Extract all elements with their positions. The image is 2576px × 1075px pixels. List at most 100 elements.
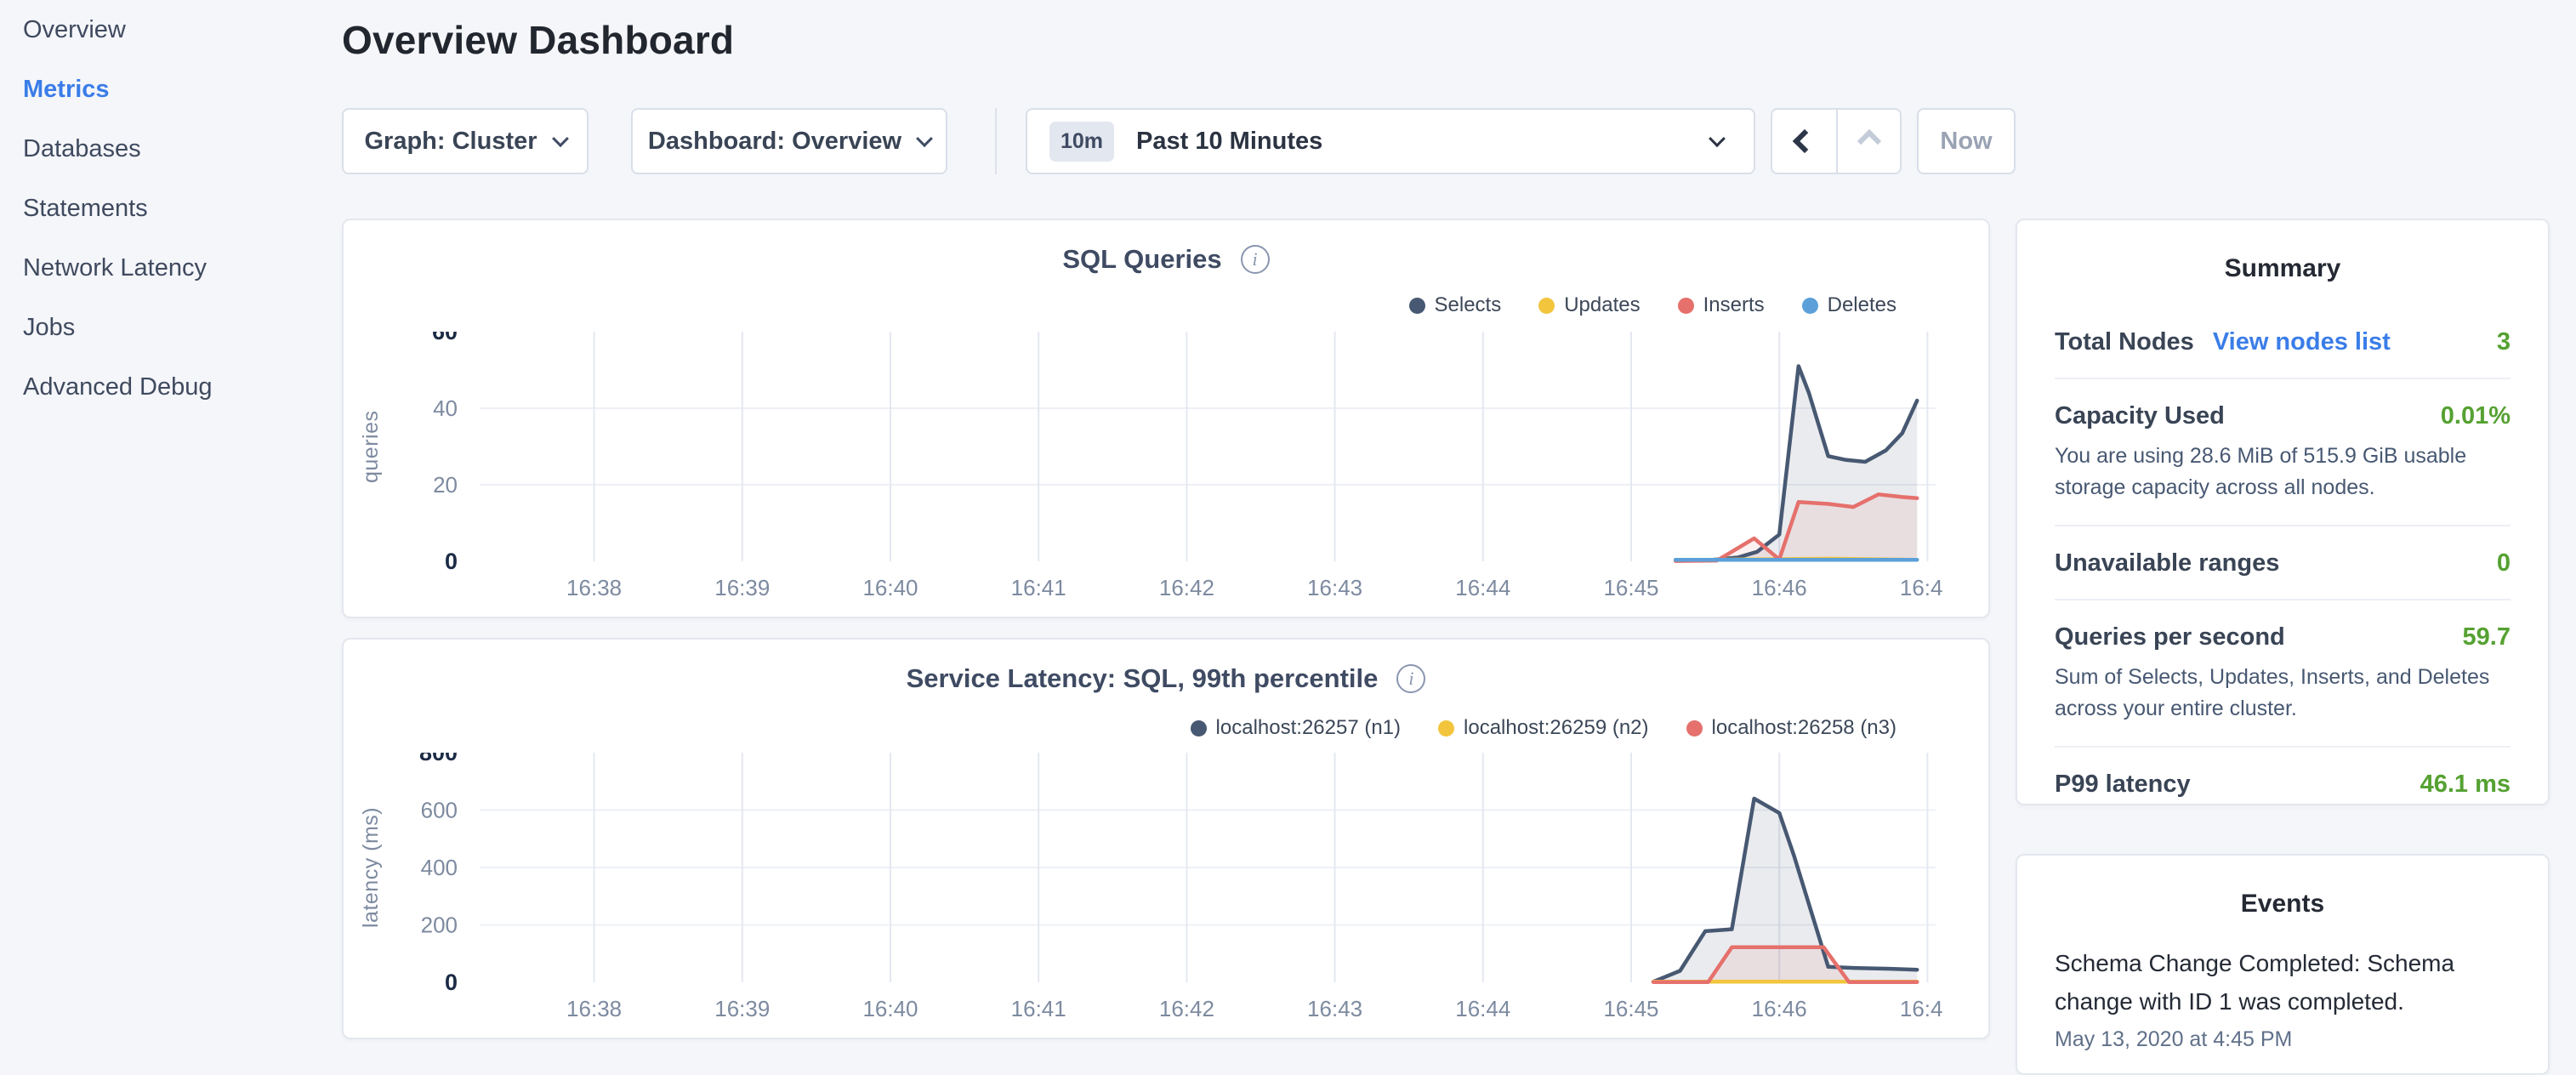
chevron-down-icon xyxy=(1709,130,1726,147)
legend-dot-icon xyxy=(1438,720,1454,737)
now-button[interactable]: Now xyxy=(1917,108,2016,174)
page-title: Overview Dashboard xyxy=(342,17,734,63)
service-latency-chart-card: Service Latency: SQL, 99th percentile i … xyxy=(342,638,1990,1039)
sidebar-item-metrics[interactable]: Metrics xyxy=(0,60,342,119)
summary-row-queries-per-second: Queries per second 59.7 Sum of Selects, … xyxy=(2055,600,2511,748)
sql-queries-chart-card: SQL Queries i Selects Updates Inserts Delet… xyxy=(342,219,1990,618)
svg-text:40: 40 xyxy=(433,395,458,421)
legend-dot-icon xyxy=(1802,298,1818,314)
legend-dot-icon xyxy=(1678,298,1694,314)
summary-value: 46.1 ms xyxy=(2420,771,2511,799)
sidebar-item-network-latency[interactable]: Network Latency xyxy=(0,238,342,298)
sidebar-item-statements[interactable]: Statements xyxy=(0,179,342,238)
summary-label: Capacity Used xyxy=(2055,402,2225,430)
svg-text:16:43: 16:43 xyxy=(1307,996,1362,1018)
summary-label: Queries per second xyxy=(2055,623,2285,651)
sidebar-item-advanced-debug[interactable]: Advanced Debug xyxy=(0,357,342,417)
summary-label: Unavailable ranges xyxy=(2055,549,2279,577)
svg-text:16:44: 16:44 xyxy=(1455,575,1510,597)
event-message[interactable]: Schema Change Completed: Schema change w… xyxy=(2055,944,2511,1021)
chart-title: Service Latency: SQL, 99th percentile xyxy=(907,663,1379,694)
legend-dot-icon xyxy=(1538,298,1555,314)
toolbar-divider xyxy=(995,108,997,174)
svg-text:16:43: 16:43 xyxy=(1307,575,1362,597)
svg-text:16:45: 16:45 xyxy=(1603,575,1658,597)
event-timestamp: May 13, 2020 at 4:45 PM xyxy=(2055,1027,2511,1052)
chart-plot[interactable]: 16:3816:3916:4016:4116:4216:4316:4416:45… xyxy=(352,332,1942,597)
chevron-down-icon xyxy=(916,130,933,147)
summary-value: 59.7 xyxy=(2463,623,2511,651)
legend-dot-icon xyxy=(1409,298,1425,314)
svg-text:600: 600 xyxy=(421,798,458,823)
time-prev-button[interactable] xyxy=(1772,110,1836,173)
svg-text:16:41: 16:41 xyxy=(1011,575,1066,597)
summary-description: You are using 28.6 MiB of 515.9 GiB usab… xyxy=(2055,441,2511,503)
summary-row-unavailable-ranges: Unavailable ranges 0 xyxy=(2055,526,2511,600)
summary-label: P99 latency xyxy=(2055,771,2191,799)
graph-scope-label: Graph: Cluster xyxy=(364,128,537,156)
sidebar-item-overview[interactable]: Overview xyxy=(0,0,342,60)
legend-dot-icon xyxy=(1191,720,1207,737)
events-panel: Events Schema Change Completed: Schema c… xyxy=(2016,854,2550,1075)
summary-row-total-nodes: Total Nodes View nodes list 3 xyxy=(2055,305,2511,379)
summary-value: 3 xyxy=(2497,328,2511,356)
svg-text:200: 200 xyxy=(421,913,458,938)
time-range-dropdown[interactable]: 10m Past 10 Minutes xyxy=(1026,108,1755,174)
time-next-button[interactable] xyxy=(1836,110,1900,173)
summary-value: 0 xyxy=(2497,549,2511,577)
svg-text:16:40: 16:40 xyxy=(862,575,918,597)
svg-text:0: 0 xyxy=(445,970,458,995)
svg-text:0: 0 xyxy=(445,549,458,574)
summary-row-capacity-used: Capacity Used 0.01% You are using 28.6 M… xyxy=(2055,379,2511,526)
chevron-right-icon xyxy=(1857,129,1880,153)
svg-text:16:38: 16:38 xyxy=(566,996,622,1018)
svg-text:20: 20 xyxy=(433,472,458,498)
svg-text:16:45: 16:45 xyxy=(1603,996,1658,1018)
chart-legend: Selects Updates Inserts Deletes xyxy=(1409,293,1897,317)
legend-item[interactable]: localhost:26259 (n2) xyxy=(1438,716,1648,740)
dashboard-dropdown[interactable]: Dashboard: Overview xyxy=(631,108,947,174)
graph-scope-dropdown[interactable]: Graph: Cluster xyxy=(342,108,589,174)
svg-text:16:42: 16:42 xyxy=(1159,996,1214,1018)
chevron-left-icon xyxy=(1792,129,1816,153)
time-step-group xyxy=(1771,108,1902,174)
legend-dot-icon xyxy=(1686,720,1703,737)
svg-text:800: 800 xyxy=(419,753,458,765)
svg-text:16:39: 16:39 xyxy=(714,575,770,597)
summary-value: 0.01% xyxy=(2441,402,2511,430)
legend-item[interactable]: Updates xyxy=(1538,293,1640,317)
svg-text:16:39: 16:39 xyxy=(714,996,770,1018)
svg-text:16:46: 16:46 xyxy=(1752,996,1807,1018)
summary-label: Total Nodes xyxy=(2055,328,2194,356)
chart-legend: localhost:26257 (n1) localhost:26259 (n2)… xyxy=(1191,716,1896,740)
legend-item[interactable]: localhost:26258 (n3) xyxy=(1686,716,1896,740)
events-title: Events xyxy=(2055,856,2511,919)
sidebar: Overview Metrics Databases Statements Ne… xyxy=(0,0,342,1051)
svg-text:60: 60 xyxy=(432,332,458,344)
sidebar-item-jobs[interactable]: Jobs xyxy=(0,298,342,357)
sidebar-item-databases[interactable]: Databases xyxy=(0,119,342,179)
svg-text:16:47: 16:47 xyxy=(1900,996,1942,1018)
svg-text:16:42: 16:42 xyxy=(1159,575,1214,597)
legend-item[interactable]: Inserts xyxy=(1678,293,1765,317)
legend-item[interactable]: localhost:26257 (n1) xyxy=(1191,716,1401,740)
chart-plot[interactable]: 16:38 16:39 16:40 16:41 16:42 16:43 16:44 16:45… xyxy=(352,753,1942,1018)
info-icon[interactable]: i xyxy=(1241,245,1270,274)
info-icon[interactable]: i xyxy=(1396,664,1425,693)
summary-description: Sum of Selects, Updates, Inserts, and De… xyxy=(2055,662,2511,725)
summary-row-p99-latency: P99 latency 46.1 ms xyxy=(2055,748,2511,820)
summary-panel: Summary Total Nodes View nodes list 3 Ca… xyxy=(2016,219,2550,805)
svg-text:16:41: 16:41 xyxy=(1011,996,1066,1018)
dashboard-label: Dashboard: Overview xyxy=(648,128,901,156)
svg-text:16:47: 16:47 xyxy=(1900,575,1942,597)
time-range-badge: 10m xyxy=(1049,122,1114,162)
chart-title: SQL Queries xyxy=(1062,244,1221,275)
summary-title: Summary xyxy=(2055,220,2511,283)
svg-text:16:40: 16:40 xyxy=(862,996,918,1018)
svg-text:16:44: 16:44 xyxy=(1455,996,1510,1018)
view-nodes-list-link[interactable]: View nodes list xyxy=(2213,328,2391,356)
time-range-label: Past 10 Minutes xyxy=(1136,128,1322,156)
legend-item[interactable]: Selects xyxy=(1409,293,1502,317)
chevron-down-icon xyxy=(552,130,569,147)
legend-item[interactable]: Deletes xyxy=(1802,293,1896,317)
